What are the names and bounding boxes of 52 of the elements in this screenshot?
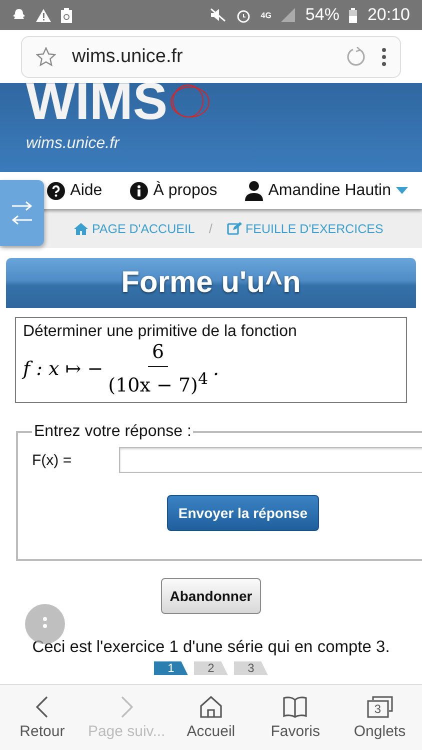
signal-icon <box>281 8 296 22</box>
answer-label: F(x) = <box>32 452 73 469</box>
toolbar-button[interactable]: Accueil <box>170 696 252 740</box>
toolbar-button[interactable]: 3 Onglets <box>338 696 421 740</box>
fraction-denominator: (10x − 7)$^{4}$ <box>108 368 208 396</box>
nav-link[interactable]: À propos <box>130 182 218 200</box>
nav-link[interactable]: Amandine Hautin <box>245 180 408 200</box>
edit-icon <box>226 222 242 235</box>
battery-icon <box>349 8 358 22</box>
formula-period: . <box>213 358 220 380</box>
series-note: Ceci est l'exercice 1 d'une série qui en compte 3. <box>32 638 390 658</box>
dropdown-caret-icon <box>396 187 408 194</box>
abandon-button[interactable]: Abandonner <box>160 578 262 614</box>
home-icon <box>200 696 222 718</box>
scribble-icon <box>168 84 212 120</box>
warning-icon <box>36 8 51 22</box>
network-label: 4G <box>260 10 272 20</box>
help-icon <box>47 182 66 200</box>
mute-icon <box>210 8 226 22</box>
battery-percent: 54% <box>305 5 340 25</box>
url-text: wims.unice.fr <box>72 46 184 68</box>
toolbar-button[interactable]: Favoris <box>254 696 336 740</box>
step-tab[interactable]: 3 <box>234 661 268 676</box>
star-icon <box>36 46 56 66</box>
reload-icon <box>346 46 366 66</box>
ghost-icon <box>12 8 26 22</box>
step-tab[interactable]: 2 <box>194 661 228 676</box>
more-icon <box>43 617 47 631</box>
book-icon <box>283 696 308 718</box>
back-icon <box>36 696 48 718</box>
exercise-title: Forme u'u^n <box>6 258 416 308</box>
function-definition: f : x ↦ − <box>23 358 104 380</box>
clock-time: 20:10 <box>367 5 410 25</box>
submit-button[interactable]: Envoyer la réponse <box>167 495 319 532</box>
toolbar-button[interactable]: Retour <box>1 696 84 740</box>
address-bar[interactable]: wims.unice.fr <box>21 36 401 78</box>
nav-link[interactable]: Aide <box>47 182 102 200</box>
alarm-icon <box>236 8 251 22</box>
fieldset-legend: Entrez votre réponse : <box>32 423 194 442</box>
home-icon <box>74 222 88 234</box>
info-icon <box>130 182 148 200</box>
fraction-numerator: 6 <box>148 341 168 367</box>
site-subtitle: wims.unice.fr <box>26 135 121 153</box>
user-icon <box>245 180 264 200</box>
side-toggle-button[interactable] <box>0 180 44 246</box>
forward-icon <box>120 696 133 718</box>
step-tab[interactable]: 1 <box>154 661 188 676</box>
problem-statement: Déterminer une primitive de la fonction <box>23 323 298 341</box>
more-icon <box>382 48 386 66</box>
breadcrumb-separator: / <box>208 221 212 236</box>
storage-icon <box>61 8 72 22</box>
answer-input[interactable] <box>119 447 422 474</box>
